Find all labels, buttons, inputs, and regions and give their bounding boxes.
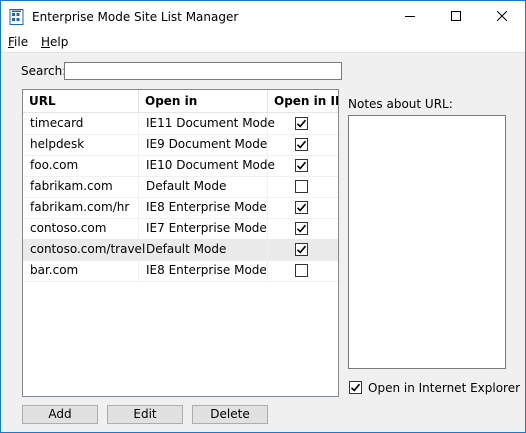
table-row[interactable]: fabrikam.com Default Mode xyxy=(23,176,338,198)
site-list-table[interactable]: URL Open in Open in IE timecard IE11 Docu… xyxy=(22,89,339,397)
cell-open-in[interactable]: IE10 Document Mode xyxy=(139,155,275,176)
cell-open-in-ie xyxy=(268,260,338,281)
checkbox-checked[interactable] xyxy=(295,243,308,256)
cell-open-in[interactable]: IE8 Enterprise Mode xyxy=(139,197,268,218)
cell-open-in[interactable]: IE7 Enterprise Mode xyxy=(139,218,268,239)
checkbox-icon[interactable] xyxy=(349,381,362,394)
cell-open-in-ie xyxy=(268,239,338,260)
cell-open-in-ie xyxy=(268,155,338,176)
cell-url: timecard xyxy=(23,113,139,134)
cell-open-in[interactable]: Default Mode xyxy=(139,239,268,260)
cell-open-in[interactable]: IE11 Document Mode xyxy=(139,113,275,134)
cell-open-in-ie xyxy=(268,134,338,155)
title-bar[interactable]: Enterprise Mode Site List Manager xyxy=(1,1,525,32)
search-label: Search: xyxy=(21,64,67,78)
table-row[interactable]: timecard IE11 Document Mode xyxy=(23,113,338,135)
maximize-button[interactable] xyxy=(433,1,479,32)
cell-open-in[interactable]: IE8 Enterprise Mode xyxy=(139,260,268,281)
minimize-button[interactable] xyxy=(387,1,433,32)
cell-url: helpdesk xyxy=(23,134,139,155)
column-header-url[interactable]: URL xyxy=(23,90,139,112)
column-header-open-in[interactable]: Open in xyxy=(139,90,268,112)
cell-url: contoso.com/travel xyxy=(23,239,145,260)
checkbox-unchecked[interactable] xyxy=(295,180,308,193)
table-row[interactable]: contoso.com IE7 Enterprise Mode xyxy=(23,218,338,240)
cell-open-in-ie xyxy=(268,113,338,134)
cell-url: contoso.com xyxy=(23,218,139,239)
cell-open-in-ie xyxy=(268,176,338,197)
menu-file[interactable]: File xyxy=(8,34,28,50)
menu-help[interactable]: Help xyxy=(41,34,68,50)
cell-url: foo.com xyxy=(23,155,139,176)
app-window: Enterprise Mode Site List Manager File H… xyxy=(0,0,526,433)
cell-url: fabrikam.com/hr xyxy=(23,197,139,218)
edit-button[interactable]: Edit xyxy=(107,405,183,424)
column-header-open-in-ie[interactable]: Open in IE xyxy=(268,90,338,112)
cell-open-in[interactable]: Default Mode xyxy=(139,176,268,197)
table-header: URL Open in Open in IE xyxy=(23,90,338,113)
cell-open-in-ie xyxy=(268,218,338,239)
add-button[interactable]: Add xyxy=(22,405,98,424)
checkbox-checked[interactable] xyxy=(295,201,308,214)
open-in-ie-label: Open in Internet Explorer xyxy=(368,381,521,395)
table-row[interactable]: helpdesk IE9 Document Mode xyxy=(23,134,338,156)
search-input[interactable] xyxy=(64,62,342,80)
cell-open-in[interactable]: IE9 Document Mode xyxy=(139,134,268,155)
app-icon xyxy=(9,9,25,25)
table-row[interactable]: foo.com IE10 Document Mode xyxy=(23,155,338,177)
menu-bar: File Help xyxy=(1,32,525,53)
notes-textarea[interactable] xyxy=(348,115,506,369)
checkbox-checked[interactable] xyxy=(295,117,308,130)
checkbox-checked[interactable] xyxy=(295,159,308,172)
table-row[interactable]: fabrikam.com/hr IE8 Enterprise Mode xyxy=(23,197,338,219)
cell-url: bar.com xyxy=(23,260,139,281)
maximize-icon xyxy=(451,10,461,24)
notes-label: Notes about URL: xyxy=(348,97,453,111)
table-row[interactable]: bar.com IE8 Enterprise Mode xyxy=(23,260,338,282)
minimize-icon xyxy=(405,10,415,24)
delete-button[interactable]: Delete xyxy=(192,405,268,424)
checkbox-checked[interactable] xyxy=(295,138,308,151)
checkbox-checked[interactable] xyxy=(295,222,308,235)
window-title: Enterprise Mode Site List Manager xyxy=(32,10,239,24)
close-button[interactable] xyxy=(479,1,525,32)
close-icon xyxy=(496,10,508,24)
cell-url: fabrikam.com xyxy=(23,176,139,197)
table-row[interactable]: contoso.com/travel Default Mode xyxy=(23,239,338,261)
checkbox-unchecked[interactable] xyxy=(295,264,308,277)
cell-open-in-ie xyxy=(268,197,338,218)
